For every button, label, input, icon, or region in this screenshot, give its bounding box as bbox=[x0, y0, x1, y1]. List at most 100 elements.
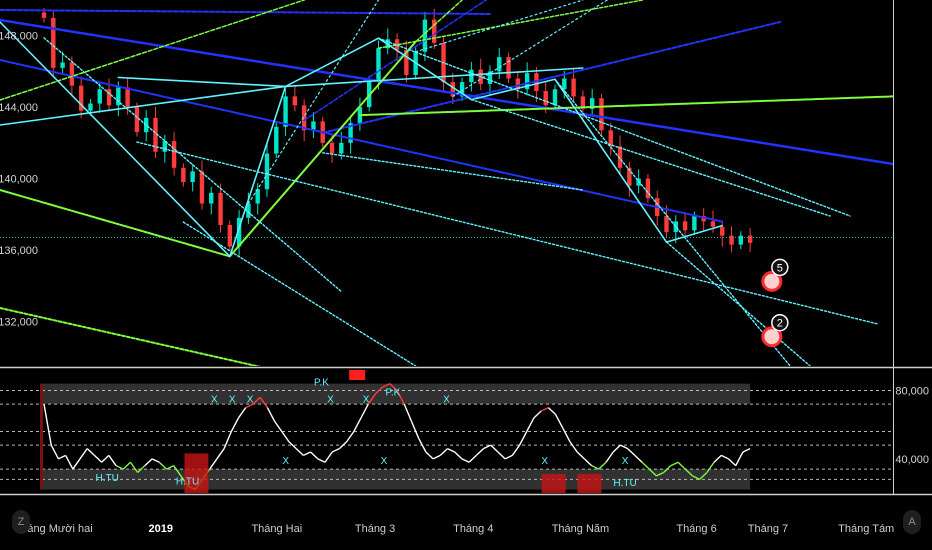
trendline-blue bbox=[0, 18, 893, 166]
oscillator-line bbox=[115, 465, 124, 470]
oscillator-line bbox=[266, 407, 276, 422]
oscillator-signal-label: X bbox=[363, 394, 370, 405]
oscillator-line bbox=[144, 458, 153, 467]
oscillator-line bbox=[598, 461, 607, 470]
oscillator-line bbox=[317, 458, 326, 463]
price-pane bbox=[0, 0, 893, 366]
oscillator-line bbox=[447, 447, 456, 453]
oscillator-line bbox=[303, 451, 311, 457]
candle-body bbox=[69, 62, 75, 86]
time-axis-tick: Tháng 7 bbox=[748, 523, 788, 535]
oscillator-signal-label: X bbox=[327, 394, 334, 405]
candle-body bbox=[747, 235, 753, 243]
oscillator-line bbox=[735, 451, 744, 466]
oscillator-line bbox=[108, 455, 117, 467]
oscillator-signal-label: X bbox=[381, 456, 388, 467]
price-axis-tick: 132,000 bbox=[0, 316, 38, 328]
oscillator-line bbox=[504, 454, 513, 460]
candle-body bbox=[571, 78, 576, 97]
chart-autoscale-button[interactable]: A bbox=[903, 510, 921, 534]
channel-line-cyan bbox=[554, 78, 791, 366]
oscillator-line bbox=[490, 444, 499, 453]
oscillator-line bbox=[360, 403, 369, 419]
oscillator-line bbox=[439, 448, 448, 456]
oscillator-signal-label: X bbox=[247, 394, 254, 405]
oscillator-signal-label: P.K bbox=[385, 388, 400, 399]
oscillator-line bbox=[122, 461, 131, 470]
candle-body bbox=[599, 98, 604, 131]
oscillator-line bbox=[223, 431, 232, 449]
time-axis-tick: Tháng Tám bbox=[838, 523, 894, 535]
chart-canvas[interactable]: 5 2 148,000 144,000 140,000 136,000 132,000 P.K… bbox=[0, 0, 932, 550]
oscillator-line bbox=[670, 461, 679, 467]
oscillator-line bbox=[454, 451, 463, 460]
candle-body bbox=[469, 69, 474, 83]
oscillator-signal-label: X bbox=[443, 394, 450, 405]
candle-body bbox=[134, 107, 140, 133]
oscillator-line bbox=[216, 448, 225, 460]
candle-body bbox=[125, 87, 130, 108]
oscillator-signal-label: X bbox=[541, 456, 548, 467]
price-axis-tick: 144,000 bbox=[0, 102, 38, 114]
channel-line-cyan bbox=[247, 0, 380, 205]
price-axis-tick: 136,000 bbox=[0, 245, 38, 257]
oscillator-line bbox=[583, 458, 593, 467]
candle-body bbox=[88, 103, 93, 111]
oscillator-line bbox=[461, 458, 470, 463]
oscillator-line bbox=[511, 444, 521, 456]
oscillator-line bbox=[230, 417, 240, 432]
candle-body bbox=[552, 89, 558, 106]
candle-body bbox=[283, 96, 288, 127]
oscillator-line bbox=[331, 447, 340, 453]
candle-body bbox=[60, 62, 65, 68]
marker-label: 2 bbox=[777, 318, 783, 330]
oscillator-line bbox=[403, 403, 413, 422]
oscillator-line bbox=[425, 451, 434, 460]
oscillator-signal-label: H.TU bbox=[613, 478, 636, 489]
oscillator-line bbox=[418, 438, 427, 453]
oscillator-line bbox=[742, 447, 751, 453]
oscillator-line bbox=[72, 458, 81, 470]
price-axis-tick: 140,000 bbox=[0, 174, 38, 186]
oscillator-line bbox=[50, 444, 60, 460]
oscillator-signal-label: H.TU bbox=[95, 473, 118, 484]
trendline-green bbox=[0, 307, 261, 366]
trendline-blue bbox=[0, 59, 724, 223]
candle-body bbox=[738, 235, 744, 245]
candle-body bbox=[692, 216, 697, 231]
candle-body bbox=[190, 171, 195, 183]
oscillator-signal-label: X bbox=[211, 394, 218, 405]
oscillator-line bbox=[713, 454, 722, 463]
pattern-line-cyan bbox=[554, 78, 668, 243]
horizontal-ray-blue bbox=[0, 9, 493, 15]
oscillator-line bbox=[166, 465, 174, 470]
oscillator-signal-label: H.TU bbox=[176, 476, 199, 487]
oscillator-line bbox=[547, 407, 557, 415]
channel-line-cyan bbox=[415, 0, 584, 53]
time-axis-tick: Tháng 3 bbox=[355, 523, 395, 535]
channel-line-cyan bbox=[182, 221, 417, 366]
oscillator-line bbox=[518, 431, 528, 446]
chart-zoom-button[interactable]: Z bbox=[12, 510, 30, 534]
oscillator-line bbox=[677, 461, 686, 470]
oscillator-line bbox=[58, 454, 66, 460]
time-axis-tick: Tháng 4 bbox=[453, 523, 493, 535]
oscillator-line bbox=[93, 454, 103, 463]
oscillator-line bbox=[641, 461, 650, 470]
oscillator-line bbox=[569, 441, 578, 453]
time-axis-tick: Tháng 6 bbox=[676, 523, 716, 535]
oscillator-line bbox=[64, 455, 74, 470]
candle-body bbox=[264, 153, 270, 190]
oscillator-line bbox=[540, 406, 549, 412]
candle-body bbox=[720, 226, 725, 236]
oscillator-line bbox=[295, 448, 304, 456]
oscillator-pane bbox=[0, 370, 893, 493]
candle-body bbox=[664, 216, 669, 233]
oscillator-signal-label: X bbox=[622, 456, 629, 467]
oscillator-axis-tick: 40,000 bbox=[895, 454, 929, 466]
candle-body bbox=[339, 142, 344, 154]
oscillator-line bbox=[533, 410, 542, 419]
time-axis-tick: 2019 bbox=[148, 523, 172, 535]
oscillator-line bbox=[86, 448, 95, 456]
time-axis-tick: Tháng Hai bbox=[251, 523, 302, 535]
